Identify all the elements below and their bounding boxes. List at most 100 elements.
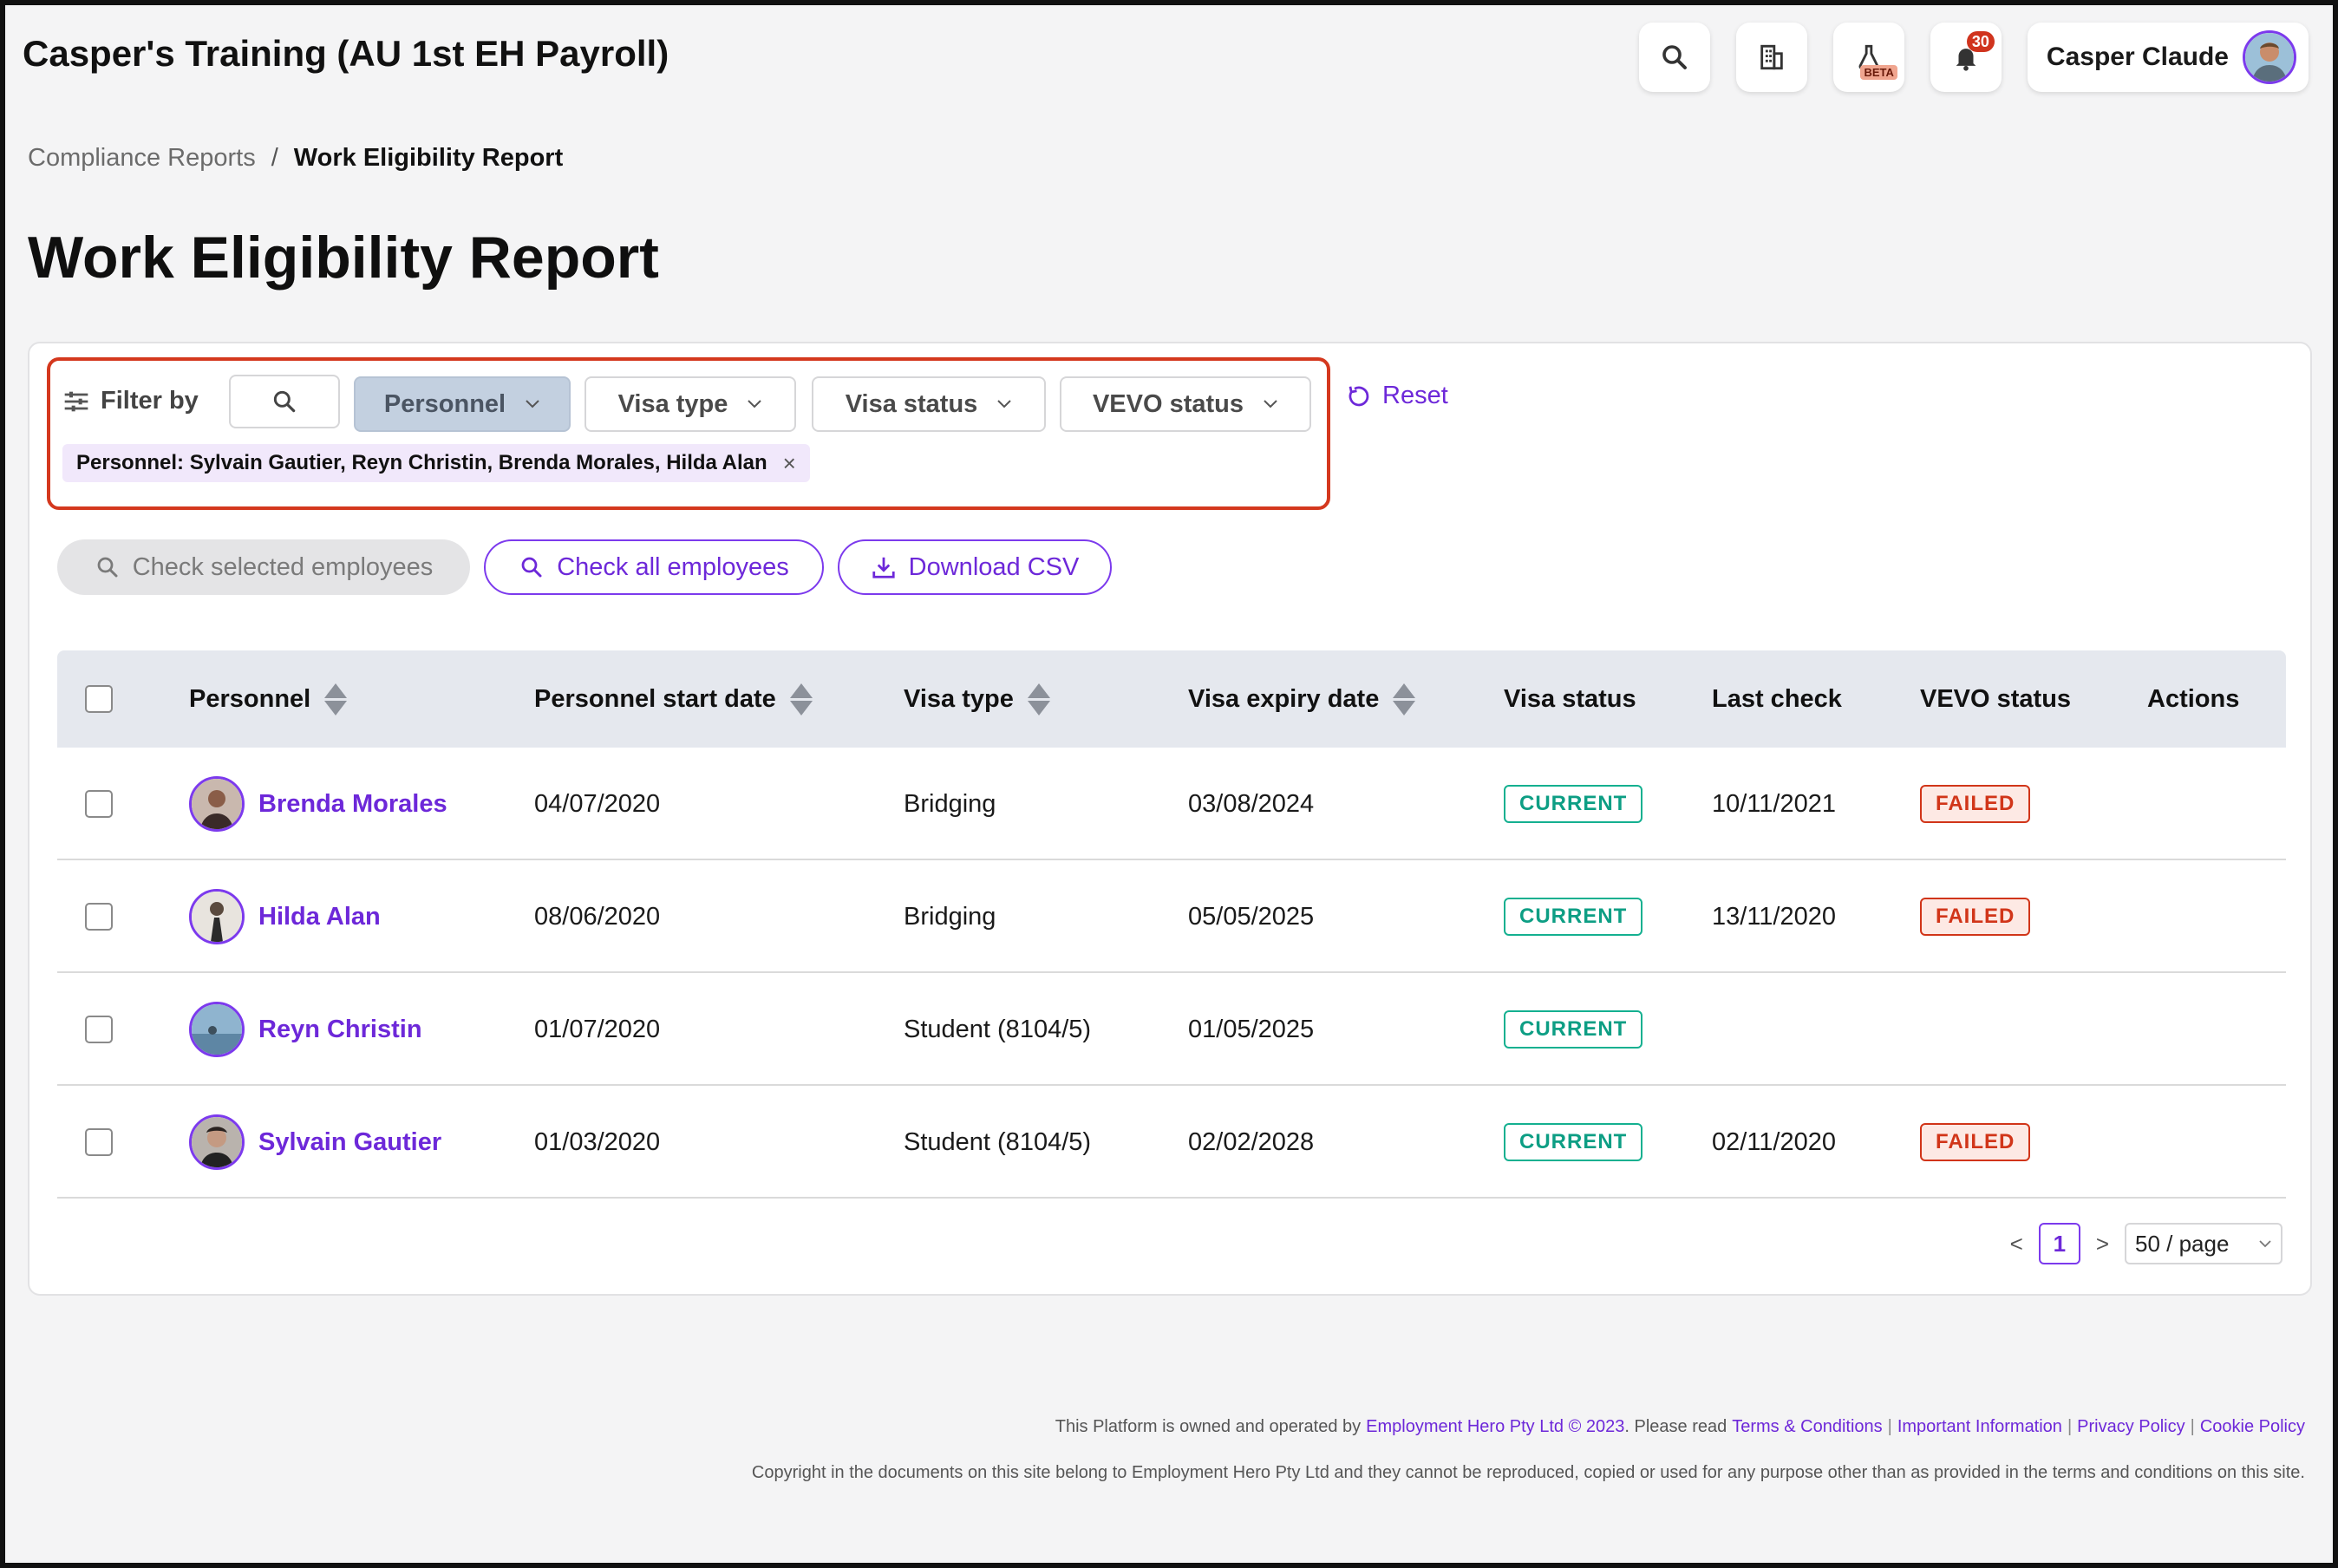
footer-terms-link[interactable]: Terms & Conditions <box>1732 1417 1882 1437</box>
visa-status-badge: CURRENT <box>1504 898 1643 936</box>
footer-copyright: Copyright in the documents on this site … <box>751 1463 2305 1482</box>
check-selected-employees-button[interactable]: Check selected employees <box>57 539 470 595</box>
sort-icon <box>789 683 813 715</box>
remove-filter-chip-icon[interactable]: × <box>783 450 796 477</box>
row-checkbox[interactable] <box>85 1128 113 1156</box>
report-card: Filter by Personnel Visa type Visa statu… <box>28 342 2312 1296</box>
breadcrumb-separator: / <box>271 144 278 172</box>
column-start-date[interactable]: Personnel start date <box>534 650 813 748</box>
organisation-button[interactable] <box>1735 23 1807 92</box>
breadcrumb: Compliance Reports / Work Eligibility Re… <box>28 144 563 173</box>
footer-mid: . Please read <box>1624 1417 1727 1436</box>
visa-type-filter-label: Visa type <box>617 389 728 418</box>
visa-status-badge: CURRENT <box>1504 785 1643 823</box>
column-vevo-status: VEVO status <box>1920 650 2071 748</box>
vevo-status-badge: FAILED <box>1920 1123 2031 1161</box>
vevo-status-filter-dropdown[interactable]: VEVO status <box>1060 376 1311 432</box>
prev-page-button[interactable]: < <box>2010 1231 2023 1258</box>
start-date-cell: 01/07/2020 <box>534 1015 661 1043</box>
employee-name-link[interactable]: Brenda Morales <box>258 790 447 819</box>
page-size-select[interactable]: 50 / page <box>2125 1223 2282 1264</box>
filter-search-button[interactable] <box>229 375 340 428</box>
column-visa-status-label: Visa status <box>1504 684 1636 713</box>
work-eligibility-table: Personnel Personnel start date Visa type… <box>57 650 2286 1199</box>
breadcrumb-compliance-reports[interactable]: Compliance Reports <box>28 144 256 173</box>
footer-important-info-link[interactable]: Important Information <box>1897 1417 2062 1437</box>
row-checkbox[interactable] <box>85 790 113 818</box>
employee-avatar <box>189 776 245 832</box>
column-visa-type-label: Visa type <box>904 684 1014 713</box>
column-vevo-status-label: VEVO status <box>1920 684 2072 713</box>
footer-cookie-link[interactable]: Cookie Policy <box>2200 1417 2305 1437</box>
chevron-down-icon <box>748 400 762 408</box>
column-actions-label: Actions <box>2147 684 2240 713</box>
personnel-filter-label: Personnel <box>383 389 506 418</box>
page-title: Work Eligibility Report <box>28 225 659 291</box>
column-visa-type[interactable]: Visa type <box>904 650 1050 748</box>
check-selected-label: Check selected employees <box>132 552 434 581</box>
reset-label: Reset <box>1382 382 1448 409</box>
employee-name-link[interactable]: Hilda Alan <box>258 903 381 931</box>
employee-name-link[interactable]: Reyn Christin <box>258 1016 422 1044</box>
footer-legal-line: This Platform is owned and operated by E… <box>1055 1417 2305 1437</box>
pagination: < 1 > 50 / page <box>2010 1223 2282 1264</box>
next-page-button[interactable]: > <box>2096 1231 2109 1258</box>
row-checkbox[interactable] <box>85 1016 113 1043</box>
personnel-filter-dropdown[interactable]: Personnel <box>354 376 571 432</box>
chevron-down-icon <box>2259 1240 2271 1248</box>
last-check-cell: 10/11/2021 <box>1712 789 1836 818</box>
footer-divider: | <box>2067 1417 2073 1436</box>
reset-filters-button[interactable]: Reset <box>1346 382 1448 410</box>
employee-avatar <box>189 1114 245 1170</box>
active-filter-chip-text: Personnel: Sylvain Gautier, Reyn Christi… <box>76 451 767 474</box>
start-date-cell: 08/06/2020 <box>534 902 661 931</box>
sort-icon <box>1393 683 1416 715</box>
user-name: Casper Claude <box>2046 42 2229 71</box>
reset-icon <box>1349 385 1369 406</box>
footer-divider: | <box>1887 1417 1892 1436</box>
column-last-check: Last check <box>1712 650 1842 748</box>
employee-name-link[interactable]: Sylvain Gautier <box>258 1128 441 1157</box>
check-all-employees-button[interactable]: Check all employees <box>484 539 824 595</box>
check-all-label: Check all employees <box>557 552 789 581</box>
search-button[interactable] <box>1638 23 1710 92</box>
search-icon <box>1662 45 1687 69</box>
beta-labs-button[interactable]: BETA <box>1832 23 1904 92</box>
visa-type-filter-dropdown[interactable]: Visa type <box>584 376 796 432</box>
column-start-date-label: Personnel start date <box>534 684 776 713</box>
employee-avatar <box>189 889 245 944</box>
visa-status-filter-dropdown[interactable]: Visa status <box>812 376 1046 432</box>
notification-count-badge: 30 <box>1966 31 1995 52</box>
chevron-down-icon <box>997 400 1012 408</box>
user-menu-button[interactable]: Casper Claude <box>2027 23 2309 92</box>
download-icon <box>872 557 895 578</box>
footer-prefix: This Platform is owned and operated by <box>1055 1417 1362 1436</box>
column-visa-expiry[interactable]: Visa expiry date <box>1188 650 1416 748</box>
row-checkbox[interactable] <box>85 903 113 931</box>
download-csv-label: Download CSV <box>908 552 1080 581</box>
table-row: Brenda Morales 04/07/2020 Bridging 03/08… <box>57 748 2286 860</box>
chevron-down-icon <box>526 400 539 408</box>
building-icon <box>1760 44 1783 70</box>
last-check-cell: 13/11/2020 <box>1712 902 1836 931</box>
header-actions: BETA 30 Casper Claude <box>1638 23 2309 92</box>
page-1-button[interactable]: 1 <box>2038 1223 2080 1264</box>
vevo-status-badge: FAILED <box>1920 785 2031 823</box>
user-avatar <box>2243 30 2296 84</box>
footer-company-link[interactable]: Employment Hero Pty Ltd © 2023 <box>1366 1417 1624 1437</box>
notifications-button[interactable]: 30 <box>1930 23 2002 92</box>
select-all-checkbox[interactable] <box>85 685 113 713</box>
filter-by-text: Filter by <box>101 387 199 415</box>
visa-status-badge: CURRENT <box>1504 1123 1643 1161</box>
visa-expiry-cell: 01/05/2025 <box>1188 1015 1315 1043</box>
footer-privacy-link[interactable]: Privacy Policy <box>2077 1417 2185 1437</box>
sort-icon <box>1027 683 1050 715</box>
vevo-status-filter-label: VEVO status <box>1092 389 1244 418</box>
column-visa-expiry-label: Visa expiry date <box>1188 684 1380 713</box>
download-csv-button[interactable]: Download CSV <box>838 539 1112 595</box>
visa-status-filter-label: Visa status <box>845 389 978 418</box>
column-personnel[interactable]: Personnel <box>189 650 348 748</box>
filter-bar-highlight: Filter by Personnel Visa type Visa statu… <box>47 357 1330 510</box>
visa-expiry-cell: 03/08/2024 <box>1188 789 1315 818</box>
chevron-down-icon <box>1264 400 1277 408</box>
